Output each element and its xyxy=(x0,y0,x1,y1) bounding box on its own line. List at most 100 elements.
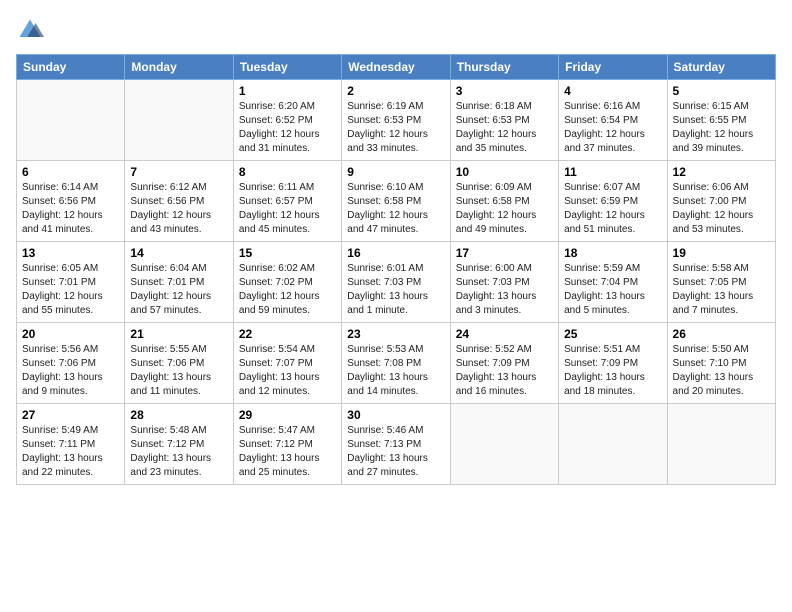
calendar-cell: 2Sunrise: 6:19 AM Sunset: 6:53 PM Daylig… xyxy=(342,80,450,161)
calendar-cell: 17 Sunrise: 6:00 AM Sunset: 7:03 PM Dayli… xyxy=(450,242,558,323)
calendar-cell: 12 Sunrise: 6:06 AM Sunset: 7:00 PM Dayli… xyxy=(667,161,775,242)
day-info: Sunrise: 5:46 AM Sunset: 7:13 PM Dayligh… xyxy=(347,424,444,480)
calendar-cell xyxy=(667,404,775,485)
calendar-cell: 5Sunrise: 6:15 AM Sunset: 6:55 PM Daylig… xyxy=(667,80,775,161)
day-number: 3 xyxy=(456,84,553,98)
day-number: 23 xyxy=(347,327,444,341)
day-info: Sunrise: 5:54 AM Sunset: 7:07 PM Dayligh… xyxy=(239,343,336,399)
calendar-cell: 9 Sunrise: 6:10 AM Sunset: 6:58 PM Daylig… xyxy=(342,161,450,242)
calendar-week-row: 13Sunrise: 6:05 AM Sunset: 7:01 PM Dayli… xyxy=(17,242,776,323)
day-info: Sunrise: 5:52 AM Sunset: 7:09 PM Dayligh… xyxy=(456,343,553,399)
day-number: 22 xyxy=(239,327,336,341)
calendar-cell: 25 Sunrise: 5:51 AM Sunset: 7:09 PM Dayli… xyxy=(559,323,667,404)
calendar-week-row: 1Sunrise: 6:20 AM Sunset: 6:52 PM Daylig… xyxy=(17,80,776,161)
day-number: 28 xyxy=(130,408,227,422)
calendar-dow-friday: Friday xyxy=(559,55,667,80)
day-info: Sunrise: 6:06 AM Sunset: 7:00 PM Dayligh… xyxy=(673,181,770,237)
calendar-cell: 11 Sunrise: 6:07 AM Sunset: 6:59 PM Dayli… xyxy=(559,161,667,242)
day-info: Sunrise: 6:20 AM Sunset: 6:52 PM Dayligh… xyxy=(239,100,336,156)
calendar-cell: 27 Sunrise: 5:49 AM Sunset: 7:11 PM Dayli… xyxy=(17,404,125,485)
day-number: 26 xyxy=(673,327,770,341)
day-number: 8 xyxy=(239,165,336,179)
calendar-dow-thursday: Thursday xyxy=(450,55,558,80)
day-info: Sunrise: 6:10 AM Sunset: 6:58 PM Dayligh… xyxy=(347,181,444,237)
day-number: 29 xyxy=(239,408,336,422)
calendar-cell: 23 Sunrise: 5:53 AM Sunset: 7:08 PM Dayli… xyxy=(342,323,450,404)
calendar-cell: 24 Sunrise: 5:52 AM Sunset: 7:09 PM Dayli… xyxy=(450,323,558,404)
calendar-cell: 4Sunrise: 6:16 AM Sunset: 6:54 PM Daylig… xyxy=(559,80,667,161)
calendar-cell: 16 Sunrise: 6:01 AM Sunset: 7:03 PM Dayli… xyxy=(342,242,450,323)
calendar-cell xyxy=(17,80,125,161)
calendar-cell: 1Sunrise: 6:20 AM Sunset: 6:52 PM Daylig… xyxy=(233,80,341,161)
day-number: 18 xyxy=(564,246,661,260)
day-number: 21 xyxy=(130,327,227,341)
day-info: Sunrise: 6:07 AM Sunset: 6:59 PM Dayligh… xyxy=(564,181,661,237)
calendar-header-row: SundayMondayTuesdayWednesdayThursdayFrid… xyxy=(17,55,776,80)
day-number: 6 xyxy=(22,165,119,179)
calendar-cell: 29 Sunrise: 5:47 AM Sunset: 7:12 PM Dayli… xyxy=(233,404,341,485)
calendar-dow-tuesday: Tuesday xyxy=(233,55,341,80)
calendar-cell: 3Sunrise: 6:18 AM Sunset: 6:53 PM Daylig… xyxy=(450,80,558,161)
day-number: 25 xyxy=(564,327,661,341)
day-number: 9 xyxy=(347,165,444,179)
calendar-table: SundayMondayTuesdayWednesdayThursdayFrid… xyxy=(16,54,776,485)
calendar-dow-wednesday: Wednesday xyxy=(342,55,450,80)
day-number: 27 xyxy=(22,408,119,422)
day-number: 13 xyxy=(22,246,119,260)
day-info: Sunrise: 5:51 AM Sunset: 7:09 PM Dayligh… xyxy=(564,343,661,399)
day-info: Sunrise: 5:58 AM Sunset: 7:05 PM Dayligh… xyxy=(673,262,770,318)
calendar-cell: 7 Sunrise: 6:12 AM Sunset: 6:56 PM Daylig… xyxy=(125,161,233,242)
day-info: Sunrise: 5:59 AM Sunset: 7:04 PM Dayligh… xyxy=(564,262,661,318)
logo-icon xyxy=(16,16,44,44)
calendar-cell: 18 Sunrise: 5:59 AM Sunset: 7:04 PM Dayli… xyxy=(559,242,667,323)
calendar-dow-monday: Monday xyxy=(125,55,233,80)
calendar-cell: 13Sunrise: 6:05 AM Sunset: 7:01 PM Dayli… xyxy=(17,242,125,323)
calendar-cell: 28 Sunrise: 5:48 AM Sunset: 7:12 PM Dayli… xyxy=(125,404,233,485)
day-info: Sunrise: 6:02 AM Sunset: 7:02 PM Dayligh… xyxy=(239,262,336,318)
day-info: Sunrise: 5:48 AM Sunset: 7:12 PM Dayligh… xyxy=(130,424,227,480)
calendar-cell: 30 Sunrise: 5:46 AM Sunset: 7:13 PM Dayli… xyxy=(342,404,450,485)
day-info: Sunrise: 6:04 AM Sunset: 7:01 PM Dayligh… xyxy=(130,262,227,318)
day-number: 19 xyxy=(673,246,770,260)
day-info: Sunrise: 5:47 AM Sunset: 7:12 PM Dayligh… xyxy=(239,424,336,480)
day-info: Sunrise: 6:12 AM Sunset: 6:56 PM Dayligh… xyxy=(130,181,227,237)
day-info: Sunrise: 6:19 AM Sunset: 6:53 PM Dayligh… xyxy=(347,100,444,156)
day-number: 12 xyxy=(673,165,770,179)
day-info: Sunrise: 5:49 AM Sunset: 7:11 PM Dayligh… xyxy=(22,424,119,480)
calendar-cell: 6 Sunrise: 6:14 AM Sunset: 6:56 PM Daylig… xyxy=(17,161,125,242)
calendar-cell: 26Sunrise: 5:50 AM Sunset: 7:10 PM Dayli… xyxy=(667,323,775,404)
page-header xyxy=(16,16,776,44)
day-info: Sunrise: 6:11 AM Sunset: 6:57 PM Dayligh… xyxy=(239,181,336,237)
calendar-cell: 15 Sunrise: 6:02 AM Sunset: 7:02 PM Dayli… xyxy=(233,242,341,323)
calendar-cell xyxy=(450,404,558,485)
calendar-cell: 22 Sunrise: 5:54 AM Sunset: 7:07 PM Dayli… xyxy=(233,323,341,404)
day-number: 7 xyxy=(130,165,227,179)
day-number: 14 xyxy=(130,246,227,260)
day-number: 30 xyxy=(347,408,444,422)
logo xyxy=(16,16,48,44)
day-info: Sunrise: 6:14 AM Sunset: 6:56 PM Dayligh… xyxy=(22,181,119,237)
day-number: 24 xyxy=(456,327,553,341)
day-number: 17 xyxy=(456,246,553,260)
day-info: Sunrise: 6:16 AM Sunset: 6:54 PM Dayligh… xyxy=(564,100,661,156)
day-info: Sunrise: 6:00 AM Sunset: 7:03 PM Dayligh… xyxy=(456,262,553,318)
day-info: Sunrise: 5:56 AM Sunset: 7:06 PM Dayligh… xyxy=(22,343,119,399)
calendar-cell: 14 Sunrise: 6:04 AM Sunset: 7:01 PM Dayli… xyxy=(125,242,233,323)
calendar-dow-saturday: Saturday xyxy=(667,55,775,80)
calendar-cell: 21 Sunrise: 5:55 AM Sunset: 7:06 PM Dayli… xyxy=(125,323,233,404)
calendar-cell: 19 Sunrise: 5:58 AM Sunset: 7:05 PM Dayli… xyxy=(667,242,775,323)
calendar-cell: 20 Sunrise: 5:56 AM Sunset: 7:06 PM Dayli… xyxy=(17,323,125,404)
day-info: Sunrise: 5:53 AM Sunset: 7:08 PM Dayligh… xyxy=(347,343,444,399)
day-number: 16 xyxy=(347,246,444,260)
day-info: Sunrise: 6:01 AM Sunset: 7:03 PM Dayligh… xyxy=(347,262,444,318)
calendar-cell: 8 Sunrise: 6:11 AM Sunset: 6:57 PM Daylig… xyxy=(233,161,341,242)
day-number: 5 xyxy=(673,84,770,98)
day-number: 11 xyxy=(564,165,661,179)
day-number: 20 xyxy=(22,327,119,341)
calendar-cell: 10 Sunrise: 6:09 AM Sunset: 6:58 PM Dayli… xyxy=(450,161,558,242)
day-number: 15 xyxy=(239,246,336,260)
day-info: Sunrise: 6:09 AM Sunset: 6:58 PM Dayligh… xyxy=(456,181,553,237)
day-number: 10 xyxy=(456,165,553,179)
calendar-cell xyxy=(559,404,667,485)
day-info: Sunrise: 5:55 AM Sunset: 7:06 PM Dayligh… xyxy=(130,343,227,399)
